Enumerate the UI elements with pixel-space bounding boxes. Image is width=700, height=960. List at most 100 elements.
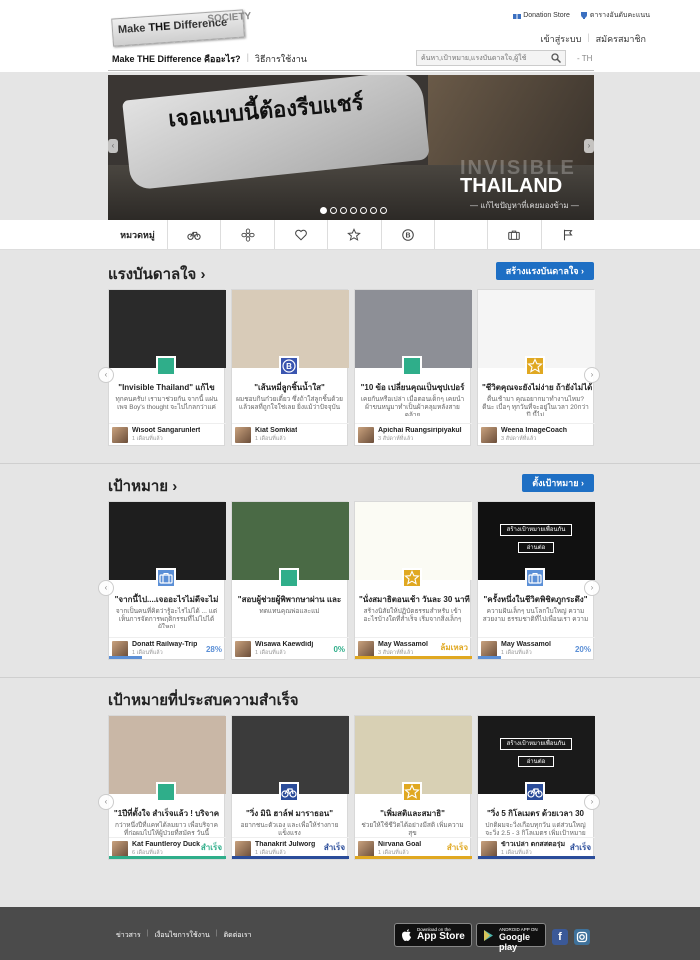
- slider-dot[interactable]: [370, 207, 377, 214]
- category-star[interactable]: [328, 220, 382, 250]
- avatar[interactable]: [112, 426, 128, 443]
- google-play-button[interactable]: ANDROID APP ON Google play: [476, 923, 546, 952]
- card-username[interactable]: May Wassamol: [378, 641, 428, 648]
- hero-slider[interactable]: เจอแบบนี้ต้องรีบแชร์ INVISIBLE THAILAND …: [108, 75, 594, 220]
- slider-dot[interactable]: [350, 207, 357, 214]
- category-flag[interactable]: [542, 220, 594, 250]
- card-username[interactable]: Apichai Ruangsiripiyakul: [378, 427, 462, 434]
- leaf-icon: [158, 358, 174, 374]
- card-username[interactable]: May Wassamol: [501, 641, 551, 648]
- slider-dot[interactable]: [360, 207, 367, 214]
- card-username[interactable]: ข้าวเปล่า ตกสสตอรุ่ม: [501, 841, 565, 848]
- success-next-arrow[interactable]: ›: [584, 794, 600, 810]
- avatar[interactable]: [481, 840, 497, 857]
- card-username[interactable]: Weena ImageCoach: [501, 427, 567, 434]
- ranking-link[interactable]: ตารางอันดับคะแนน: [580, 10, 650, 21]
- create-inspiration-button[interactable]: สร้างแรงบันดาลใจ ›: [495, 262, 594, 280]
- category-briefcase[interactable]: [488, 220, 542, 250]
- footer-contact-link[interactable]: ติดต่อเรา: [224, 930, 252, 941]
- inspiration-title[interactable]: แรงบันดาลใจ ›: [108, 262, 205, 286]
- search-icon[interactable]: [551, 53, 561, 63]
- card[interactable]: B "เส้นหมี่ลูกชิ้นน้ำใส" ผมชอบกินก๋วยเตี๋ย…: [231, 289, 349, 446]
- card[interactable]: "Invisible Thailand" แก้ไข ทุกคนครับ! เรา…: [108, 289, 226, 446]
- svg-text:B: B: [405, 233, 410, 240]
- slider-dot[interactable]: [340, 207, 347, 214]
- site-logo[interactable]: Make THE Difference SOCIETY: [111, 9, 252, 47]
- card-overlay-button[interactable]: สร้างเป้าหมายเพื่อนกัน: [500, 524, 572, 536]
- card-overlay-button[interactable]: สร้างเป้าหมายเพื่อนกัน: [500, 738, 572, 750]
- card[interactable]: "1ปีที่ตั้งใจ สำเร็จแล้ว ! บริจาค กว่าหนึ…: [108, 715, 226, 860]
- success-title[interactable]: เป้าหมายที่ประสบความสำเร็จ: [108, 688, 299, 712]
- slider-prev-arrow[interactable]: ‹: [108, 139, 118, 153]
- category-leaf[interactable]: [435, 220, 489, 250]
- inspiration-next-arrow[interactable]: ›: [584, 367, 600, 383]
- category-bicycle[interactable]: [168, 220, 222, 250]
- goals-title[interactable]: เป้าหมาย ›: [108, 474, 177, 498]
- login-link[interactable]: เข้าสู่ระบบ: [540, 32, 581, 46]
- app-store-button[interactable]: Download on the App Store: [394, 923, 472, 947]
- category-b[interactable]: B: [382, 220, 435, 250]
- goals-next-arrow[interactable]: ›: [584, 580, 600, 596]
- avatar[interactable]: [235, 426, 251, 443]
- card-username[interactable]: Kat Fauntleroy Duck: [132, 841, 200, 848]
- card-username[interactable]: Donatt Railway-Trip: [132, 641, 197, 648]
- card-username[interactable]: Wisoot Sangarunlert: [132, 427, 200, 434]
- card-overlay-readmore[interactable]: อ่านต่อ: [518, 542, 554, 553]
- avatar[interactable]: [358, 640, 374, 657]
- card[interactable]: สร้างเป้าหมายเพื่อนกัน อ่านต่อ "ครั้งหนึ่ง…: [477, 501, 595, 660]
- card[interactable]: "ชีวิตคุณจะยังไม่ง่าย ถ้ายังไม่ได้ ตื่นเช…: [477, 289, 595, 446]
- set-goal-button[interactable]: ตั้งเป้าหมาย ›: [522, 474, 594, 492]
- card-category-badge: B: [279, 356, 299, 376]
- b-icon: B: [401, 229, 414, 241]
- goals-prev-arrow[interactable]: ‹: [98, 580, 114, 596]
- card-username[interactable]: Wisawa Kaewdidj: [255, 641, 313, 648]
- card-username[interactable]: Thanakrit Julworg: [255, 841, 315, 848]
- card-username[interactable]: Nirvana Goal: [378, 841, 421, 848]
- facebook-icon[interactable]: f: [552, 929, 568, 945]
- card[interactable]: "สอบผู้ช่วยผู้พิพากษาผ่าน และ ทดแทนคุณพ่อ…: [231, 501, 349, 660]
- card-overlay-readmore[interactable]: อ่านต่อ: [518, 756, 554, 767]
- signup-link[interactable]: สมัครสมาชิก: [596, 32, 646, 46]
- avatar[interactable]: [358, 426, 374, 443]
- instagram-icon[interactable]: [574, 929, 590, 945]
- card[interactable]: "เพิ่มสติและสมาธิ" ช่วยให้ใช้ชีวิตได้อย่า…: [354, 715, 472, 860]
- avatar[interactable]: [235, 840, 251, 857]
- card[interactable]: สร้างเป้าหมายเพื่อนกัน อ่านต่อ "วิ่ง 5 กิโ…: [477, 715, 595, 860]
- gift-icon: [513, 12, 522, 19]
- card-username[interactable]: Kiat Somkiat: [255, 427, 297, 434]
- card-footer: ข้าวเปล่า ตกสสตอรุ่ม 1 เดือนที่แล้ว สำเร็จ: [478, 837, 595, 859]
- avatar[interactable]: [112, 640, 128, 657]
- card-footer: Thanakrit Julworg 1 เดือนที่แล้ว สำเร็จ: [232, 837, 349, 859]
- avatar[interactable]: [358, 840, 374, 857]
- slider-dot[interactable]: [320, 207, 327, 214]
- avatar[interactable]: [235, 640, 251, 657]
- card[interactable]: "นั่งสมาธิตอนเช้า วันละ 30 นาที สร้างนิสั…: [354, 501, 472, 660]
- nav-howto-link[interactable]: วิธีการใช้งาน: [255, 52, 307, 66]
- card-category-badge: [402, 782, 422, 802]
- leaf-icon: [404, 358, 420, 374]
- play-icon: [484, 930, 493, 941]
- avatar[interactable]: [481, 640, 497, 657]
- search-input[interactable]: [417, 51, 547, 65]
- footer-terms-link[interactable]: เงื่อนไขการใช้งาน: [154, 930, 209, 941]
- card-description: สร้างนิสัยให้ปฏิบัตธรรมสำหรับ เข้า อะไรบ…: [363, 608, 462, 623]
- card[interactable]: "10 ข้อ เปลี่ยนคุณเป็นซุปเปอร์ เคยกันหรือ…: [354, 289, 472, 446]
- nav-about-link[interactable]: Make THE Difference คืออะไร?: [112, 52, 241, 66]
- card[interactable]: "จากนี้ไป....เจออะไรไม่ดีจะไม่ จากเป็นคนท…: [108, 501, 226, 660]
- language-selector[interactable]: - TH: [577, 54, 592, 63]
- card[interactable]: "วิ่ง มินิ ฮาล์ฟ มาราธอน" อยากชนะตัวเอง แ…: [231, 715, 349, 860]
- footer-news-link[interactable]: ข่าวสาร: [116, 930, 141, 941]
- slider-dot[interactable]: [330, 207, 337, 214]
- slider-dot[interactable]: [380, 207, 387, 214]
- card-category-badge: [156, 568, 176, 588]
- flower-icon: [241, 228, 255, 242]
- slider-next-arrow[interactable]: ›: [584, 139, 594, 153]
- inspiration-prev-arrow[interactable]: ‹: [98, 367, 114, 383]
- success-prev-arrow[interactable]: ‹: [98, 794, 114, 810]
- avatar[interactable]: [112, 840, 128, 857]
- category-heart[interactable]: [275, 220, 329, 250]
- avatar[interactable]: [481, 426, 497, 443]
- bicycle-icon: [281, 788, 297, 798]
- category-flower[interactable]: [221, 220, 275, 250]
- donation-store-link[interactable]: Donation Store: [513, 10, 570, 21]
